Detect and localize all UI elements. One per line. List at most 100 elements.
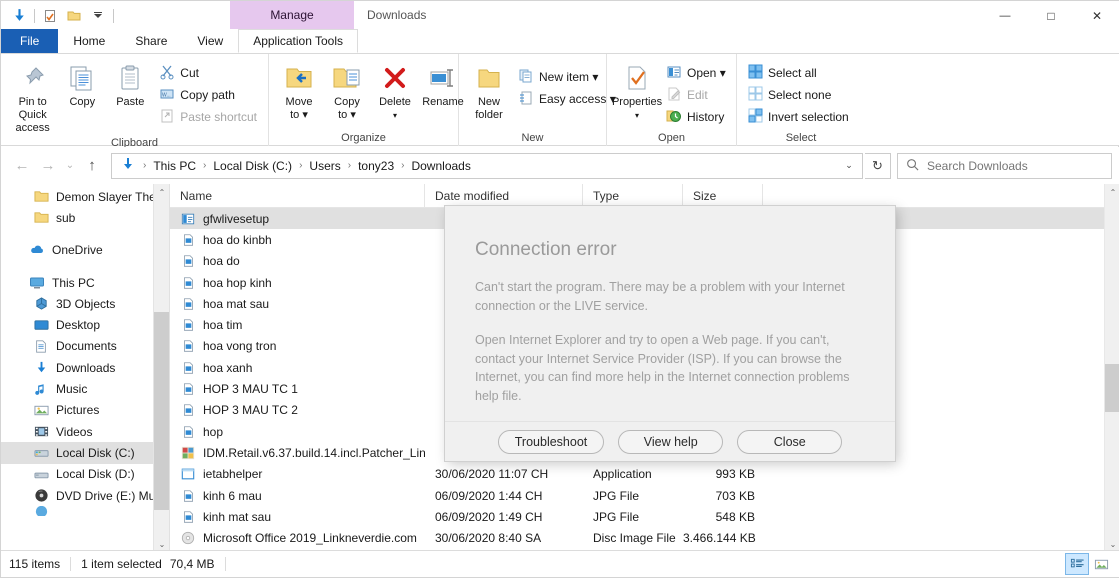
pin-to-quick-access-button[interactable]: Pin to Quick access: [7, 58, 58, 137]
nav-item-this-pc[interactable]: This PC: [1, 272, 169, 293]
navigation-scrollbar-thumb[interactable]: [154, 312, 169, 510]
file-name: gfwlivesetup: [203, 212, 269, 226]
breadcrumb-root-icon-item[interactable]: [114, 154, 142, 178]
cut-button[interactable]: Cut: [154, 62, 262, 84]
nav-item-label: This PC: [52, 276, 95, 290]
tab-home[interactable]: Home: [58, 29, 120, 53]
file-list-scrollbar-thumb[interactable]: [1105, 364, 1119, 412]
rename-icon: [428, 60, 458, 96]
nav-item-3d-objects[interactable]: 3D Objects: [1, 293, 169, 314]
nav-item-demon-slayer-the[interactable]: Demon Slayer The: [1, 186, 169, 207]
up-button[interactable]: ↑: [79, 153, 105, 179]
nav-item-documents[interactable]: Documents: [1, 336, 169, 357]
nav-item-downloads[interactable]: Downloads: [1, 357, 169, 378]
maximize-button[interactable]: □: [1028, 1, 1074, 30]
videos-icon: [33, 424, 49, 440]
paste-button[interactable]: Paste: [106, 58, 154, 111]
table-row[interactable]: kinh mat sau 06/09/2020 1:49 CH JPG File…: [170, 506, 1119, 527]
invert-selection-button[interactable]: Invert selection: [743, 106, 854, 128]
history-button[interactable]: History: [661, 106, 731, 128]
recent-locations-button[interactable]: ⌄: [61, 153, 79, 179]
forward-button[interactable]: →: [35, 153, 61, 179]
file-name: HOP 3 MAU TC 1: [203, 382, 298, 396]
breadcrumb-item-users[interactable]: Users: [303, 154, 346, 178]
file-name-cell: kinh mat sau: [170, 509, 425, 525]
column-header-date-modified[interactable]: Date modified: [425, 184, 583, 208]
edit-icon: [666, 86, 682, 105]
tab-application-tools-label: Application Tools: [253, 34, 343, 48]
breadcrumb[interactable]: › This PC › Local Disk (C:) › Users › to…: [111, 153, 863, 179]
large-icons-view-button[interactable]: [1090, 554, 1112, 574]
column-header-type[interactable]: Type: [583, 184, 683, 208]
selection-size: 70,4 MB: [170, 557, 215, 571]
troubleshoot-button[interactable]: Troubleshoot: [498, 430, 605, 454]
minimize-button[interactable]: —: [982, 1, 1028, 30]
tab-file[interactable]: File: [1, 29, 58, 53]
new-folder-icon[interactable]: [62, 4, 86, 28]
table-row[interactable]: Microsoft Office 2019_Linkneverdie.com 3…: [170, 527, 1119, 548]
copy-to-button[interactable]: Copy to ▾: [323, 58, 371, 124]
properties-icon[interactable]: [38, 4, 62, 28]
select-none-button[interactable]: Select none: [743, 84, 854, 106]
nav-item-pictures[interactable]: Pictures: [1, 400, 169, 421]
breadcrumb-label: Downloads: [411, 159, 470, 173]
breadcrumb-dropdown-button[interactable]: ⌄: [838, 160, 860, 171]
invert-selection-icon: [748, 108, 763, 126]
minimize-icon: —: [1000, 10, 1011, 22]
navigation-scrollbar[interactable]: ⌃ ⌄: [153, 184, 169, 552]
open-button[interactable]: Open ▾: [661, 62, 731, 84]
nav-item-videos[interactable]: Videos: [1, 421, 169, 442]
move-to-button[interactable]: Move to ▾: [275, 58, 323, 124]
nav-item-desktop[interactable]: Desktop: [1, 314, 169, 335]
new-folder-label-1: New: [478, 96, 500, 109]
tab-share[interactable]: Share: [120, 29, 182, 53]
column-header-size[interactable]: Size: [683, 184, 763, 208]
breadcrumb-item-this-pc[interactable]: This PC: [147, 154, 202, 178]
back-button[interactable]: ←: [9, 153, 35, 179]
file-date-cell: 30/06/2020 8:40 SA: [425, 531, 583, 545]
breadcrumb-label: Local Disk (C:): [213, 159, 292, 173]
nav-item-local-disk-d[interactable]: Local Disk (D:): [1, 464, 169, 485]
nav-item-onedrive[interactable]: OneDrive: [1, 240, 169, 261]
refresh-button[interactable]: ↻: [865, 153, 891, 179]
nav-item-dvd-drive-e[interactable]: DVD Drive (E:) Muː: [1, 485, 169, 506]
properties-button[interactable]: Properties ▾: [613, 58, 661, 124]
copy-button[interactable]: Copy: [58, 58, 106, 111]
maximize-icon: □: [1047, 9, 1054, 23]
drive-icon: [33, 506, 49, 516]
breadcrumb-item-tony23[interactable]: tony23: [352, 154, 400, 178]
svg-text:W...: W...: [162, 92, 171, 98]
copy-path-button[interactable]: W... Copy path: [154, 84, 262, 106]
table-row[interactable]: ietabhelper 30/06/2020 11:07 CH Applicat…: [170, 464, 1119, 485]
close-window-button[interactable]: ✕: [1074, 1, 1119, 30]
new-folder-button[interactable]: New folder: [465, 58, 513, 124]
file-list-scrollbar[interactable]: ⌃ ⌄: [1104, 184, 1119, 552]
scroll-up-arrow-icon[interactable]: ⌃: [1105, 184, 1119, 200]
easy-access-button[interactable]: Easy access ▾: [513, 88, 621, 110]
new-item-button[interactable]: New item ▾: [513, 66, 621, 88]
table-row[interactable]: kinh 6 mau 06/09/2020 1:44 CH JPG File 7…: [170, 485, 1119, 506]
customize-quick-access-icon[interactable]: [86, 4, 110, 28]
tab-application-tools[interactable]: Application Tools: [238, 29, 358, 53]
copy-path-icon: W...: [159, 86, 175, 105]
ribbon-group-new: New folder New item ▾ Easy access: [459, 54, 607, 146]
tab-view[interactable]: View: [182, 29, 238, 53]
select-all-button[interactable]: Select all: [743, 62, 854, 84]
scroll-up-arrow-icon[interactable]: ⌃: [154, 184, 169, 200]
nav-item-label: Local Disk (C:): [56, 446, 135, 460]
file-name-cell: hoa xanh: [170, 360, 425, 376]
search-input[interactable]: Search Downloads: [897, 153, 1112, 179]
nav-item-local-disk-c[interactable]: Local Disk (C:): [1, 442, 169, 463]
nav-item-music[interactable]: Music: [1, 378, 169, 399]
close-button[interactable]: Close: [737, 430, 842, 454]
nav-item-partial[interactable]: [1, 506, 169, 516]
downloads-icon[interactable]: [7, 4, 31, 28]
organize-group-label: Organize: [269, 130, 458, 146]
nav-item-sub[interactable]: sub: [1, 207, 169, 228]
breadcrumb-item-downloads[interactable]: Downloads: [405, 154, 476, 178]
contextual-tab-manage[interactable]: Manage: [230, 1, 354, 29]
breadcrumb-item-local-disk-c[interactable]: Local Disk (C:): [207, 154, 298, 178]
details-view-button[interactable]: [1066, 554, 1088, 574]
delete-button[interactable]: Delete ▾: [371, 58, 419, 124]
view-help-button[interactable]: View help: [618, 430, 723, 454]
